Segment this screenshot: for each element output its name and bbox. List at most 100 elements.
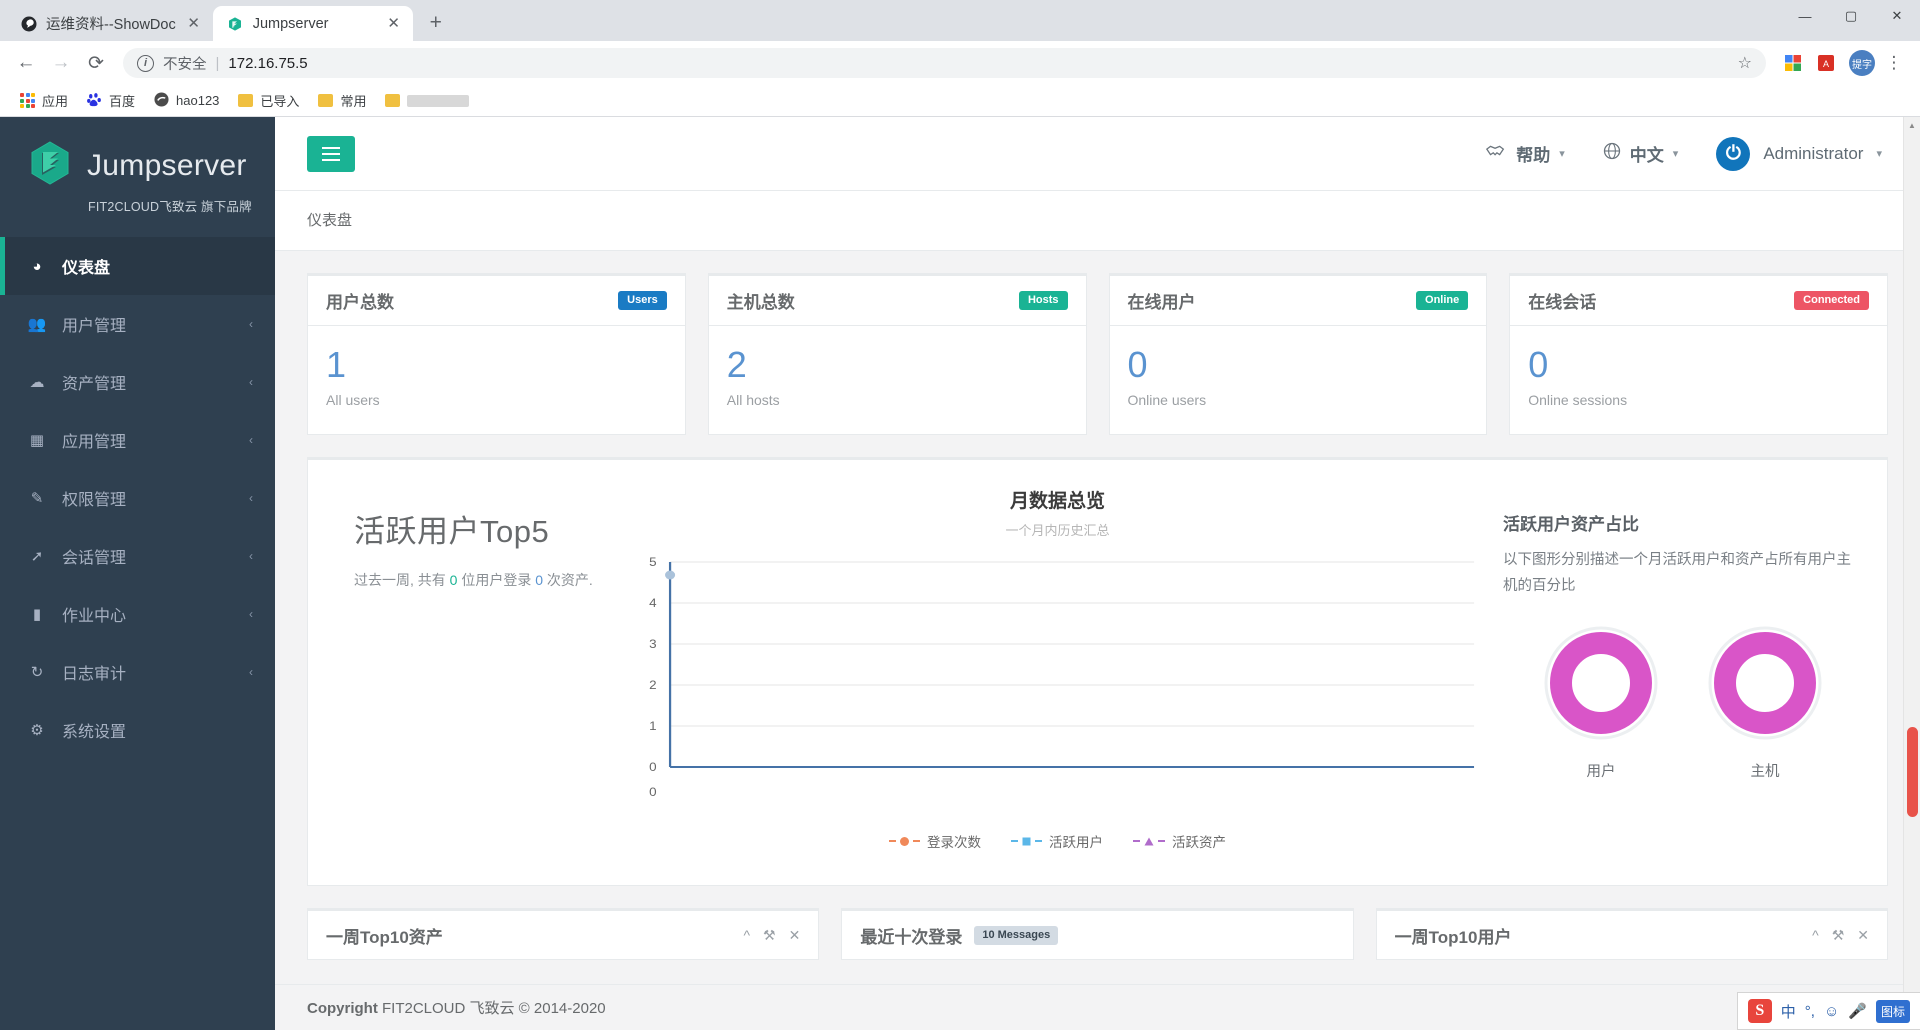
- ime-voice-icon[interactable]: 🎤: [1848, 1002, 1867, 1020]
- app-topbar: 帮助 ▾ 中文 ▾ ⏻ Administrator ▾: [275, 117, 1920, 191]
- stat-card-row: 用户总数 Users 1 All users 主机总数 Hosts 2 All …: [307, 273, 1888, 436]
- close-icon[interactable]: ✕: [185, 15, 203, 33]
- close-icon[interactable]: ✕: [385, 15, 403, 33]
- language-menu[interactable]: 中文 ▾: [1603, 141, 1678, 166]
- help-menu[interactable]: 帮助 ▾: [1485, 141, 1565, 166]
- chart-x-origin: 0: [649, 785, 656, 799]
- maximize-button[interactable]: ▢: [1828, 0, 1874, 32]
- omnibox-separator: |: [215, 54, 220, 72]
- stat-card-value: 2: [726, 344, 747, 385]
- folder-icon: [238, 94, 254, 107]
- bookmark-hao123[interactable]: hao123: [146, 88, 227, 114]
- menu-icon[interactable]: [307, 135, 355, 172]
- donut-hosts[interactable]: 主机: [1705, 623, 1825, 781]
- sidebar-item-dashboard[interactable]: ◕ 仪表盘: [0, 237, 275, 295]
- month-chart[interactable]: 5 4 3 2 1 0 0: [632, 553, 1483, 823]
- chart-legend: 登录次数 活跃用户 活跃资产: [889, 831, 1226, 851]
- collapse-icon[interactable]: ^: [1812, 927, 1819, 944]
- minimize-button[interactable]: —: [1782, 0, 1828, 32]
- user-menu[interactable]: ⏻ Administrator ▾: [1716, 136, 1882, 171]
- sidebar-item-permissions[interactable]: ✎ 权限管理 ‹: [0, 469, 275, 527]
- bookmark-frequent[interactable]: 常用: [310, 87, 374, 114]
- user-name: Administrator: [1763, 143, 1864, 163]
- sidebar-item-audit[interactable]: ↻ 日志审计 ‹: [0, 643, 275, 701]
- legend-item-active-assets[interactable]: 活跃资产: [1133, 831, 1226, 851]
- bookmark-label: 常用: [340, 94, 367, 109]
- month-chart-block: 月数据总览 一个月内历史汇总 5 4 3 2 1 0 0 登录次数 活跃用户 活…: [632, 486, 1483, 851]
- baidu-icon: [87, 92, 102, 110]
- chevron-left-icon: ‹: [249, 433, 253, 447]
- close-icon[interactable]: ✕: [789, 927, 801, 944]
- redacted-label: [407, 94, 470, 107]
- scrollbar-thumb[interactable]: [1907, 727, 1918, 817]
- bookmark-star-icon[interactable]: ☆: [1738, 53, 1752, 73]
- forward-button[interactable]: →: [45, 47, 77, 79]
- bookmark-baidu[interactable]: 百度: [79, 87, 143, 114]
- sidebar-item-label: 日志审计: [62, 666, 127, 683]
- ime-emoji-icon[interactable]: ☺: [1824, 1003, 1839, 1020]
- top5-description: 过去一周, 共有 0 位用户登录 0 次资产.: [354, 569, 632, 593]
- bookmark-label: 百度: [109, 94, 136, 109]
- stat-card-label: Online sessions: [1528, 392, 1628, 409]
- ime-mode-chinese[interactable]: 中: [1781, 1001, 1796, 1022]
- settings-icon[interactable]: ⚒: [763, 927, 776, 944]
- bookmark-imported[interactable]: 已导入: [230, 87, 307, 114]
- page-scrollbar[interactable]: ▲ ▼: [1903, 117, 1920, 1030]
- settings-icon[interactable]: ⚒: [1832, 927, 1845, 944]
- chevron-left-icon: ‹: [249, 375, 253, 389]
- scroll-up-icon[interactable]: ▲: [1904, 117, 1920, 134]
- globe-icon: [1603, 142, 1621, 165]
- stat-card-title: 用户总数: [326, 293, 394, 312]
- profile-avatar[interactable]: 提字: [1849, 50, 1875, 76]
- overview-panel: 活跃用户Top5 过去一周, 共有 0 位用户登录 0 次资产. 月数据总览 一…: [307, 457, 1888, 887]
- dashboard-icon: ◕: [32, 257, 42, 275]
- dashboard-scroll-area[interactable]: 用户总数 Users 1 All users 主机总数 Hosts 2 All …: [275, 251, 1920, 1030]
- new-tab-button[interactable]: +: [421, 8, 451, 38]
- panel-title: 一周Top10用户: [1394, 927, 1512, 947]
- folder-icon: [318, 94, 334, 107]
- sidebar-item-applications[interactable]: ▦ 应用管理 ‹: [0, 411, 275, 469]
- browser-tab-jumpserver[interactable]: Jumpserver ✕: [212, 6, 413, 41]
- status-badge: Hosts: [1018, 291, 1068, 310]
- sidebar-item-assets[interactable]: ☁ 资产管理 ‹: [0, 353, 275, 411]
- panel-recent-logins: 最近十次登录 10 Messages: [841, 908, 1354, 961]
- sidebar-item-sessions[interactable]: ➚ 会话管理 ‹: [0, 527, 275, 585]
- rocket-icon: ➚: [30, 548, 44, 565]
- ime-toolbar[interactable]: S 中 °, ☺ 🎤 图标: [1736, 992, 1920, 1030]
- browser-menu-button[interactable]: ⋮: [1878, 47, 1910, 79]
- sidebar-item-users[interactable]: 👥 用户管理 ‹: [0, 295, 275, 353]
- sidebar-item-jobcenter[interactable]: ▮ 作业中心 ‹: [0, 585, 275, 643]
- svg-text:1: 1: [649, 719, 656, 733]
- footer-copyright-text: FIT2CLOUD 飞致云 © 2014-2020: [377, 1000, 606, 1017]
- sidebar-item-label: 系统设置: [62, 724, 127, 741]
- bookmark-apps[interactable]: 应用: [12, 87, 76, 114]
- close-icon[interactable]: ✕: [1857, 927, 1869, 944]
- messages-badge: 10 Messages: [974, 925, 1059, 945]
- chevron-left-icon: ‹: [249, 317, 253, 331]
- stat-card-label: All hosts: [726, 392, 780, 409]
- browser-tab-showdoc[interactable]: 运维资料--ShowDoc ✕: [6, 6, 213, 41]
- legend-item-logins[interactable]: 登录次数: [889, 831, 981, 851]
- address-bar[interactable]: i 不安全 | 172.16.75.5 ☆: [123, 48, 1766, 78]
- perms-icon: ✎: [30, 490, 44, 507]
- sidebar-item-label: 权限管理: [62, 492, 127, 509]
- donut-users[interactable]: 用户: [1541, 623, 1661, 781]
- browser-tab-title: 运维资料--ShowDoc: [46, 17, 176, 33]
- collapse-icon[interactable]: ^: [743, 927, 750, 944]
- extension-icon[interactable]: [1779, 49, 1807, 77]
- breadcrumb: 仪表盘: [275, 191, 1920, 251]
- info-icon[interactable]: i: [137, 54, 154, 72]
- legend-item-active-users[interactable]: 活跃用户: [1011, 831, 1103, 851]
- bookmark-redacted[interactable]: [377, 90, 477, 111]
- url-text: 172.16.75.5: [228, 54, 308, 72]
- sidebar-item-settings[interactable]: ⚙ 系统设置: [0, 701, 275, 759]
- ime-punctuation-icon[interactable]: °,: [1805, 1003, 1815, 1020]
- brand-subtitle: FIT2CLOUD飞致云 旗下品牌: [88, 200, 252, 214]
- browser-window: 运维资料--ShowDoc ✕ Jumpserver ✕ + — ▢ ✕ ← →…: [0, 0, 1920, 1030]
- pdf-icon[interactable]: A: [1812, 49, 1840, 77]
- back-button[interactable]: ←: [10, 47, 42, 79]
- reload-button[interactable]: ⟳: [80, 47, 112, 79]
- close-window-button[interactable]: ✕: [1874, 0, 1920, 32]
- terminal-icon: ▮: [32, 606, 42, 623]
- ime-toolbox-icon[interactable]: 图标: [1875, 999, 1910, 1023]
